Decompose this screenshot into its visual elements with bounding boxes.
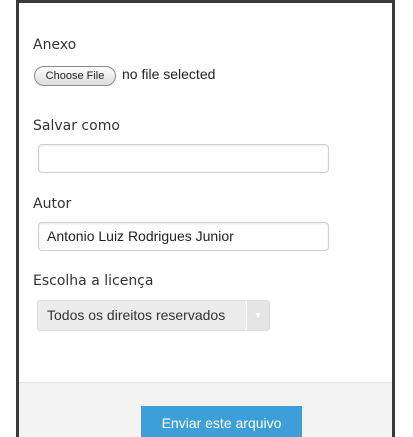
chevron-down-icon: ▼ [246,301,269,330]
author-input[interactable]: Antonio Luiz Rodrigues Junior [38,222,329,251]
submit-button[interactable]: Enviar este arquivo [141,406,302,437]
license-label: Escolha a licença [33,273,154,289]
attachment-label: Anexo [33,37,77,53]
license-selected-value: Todos os direitos reservados [47,307,226,323]
choose-file-button[interactable]: Choose File [34,66,116,86]
save-as-label: Salvar como [33,118,120,134]
save-as-input[interactable] [38,144,329,173]
license-select[interactable]: Todos os direitos reservados ▼ [37,300,270,331]
author-label: Autor [33,196,72,212]
upload-form-panel: Anexo Choose File no file selected Salva… [16,0,395,437]
file-status-text: no file selected [122,66,216,82]
